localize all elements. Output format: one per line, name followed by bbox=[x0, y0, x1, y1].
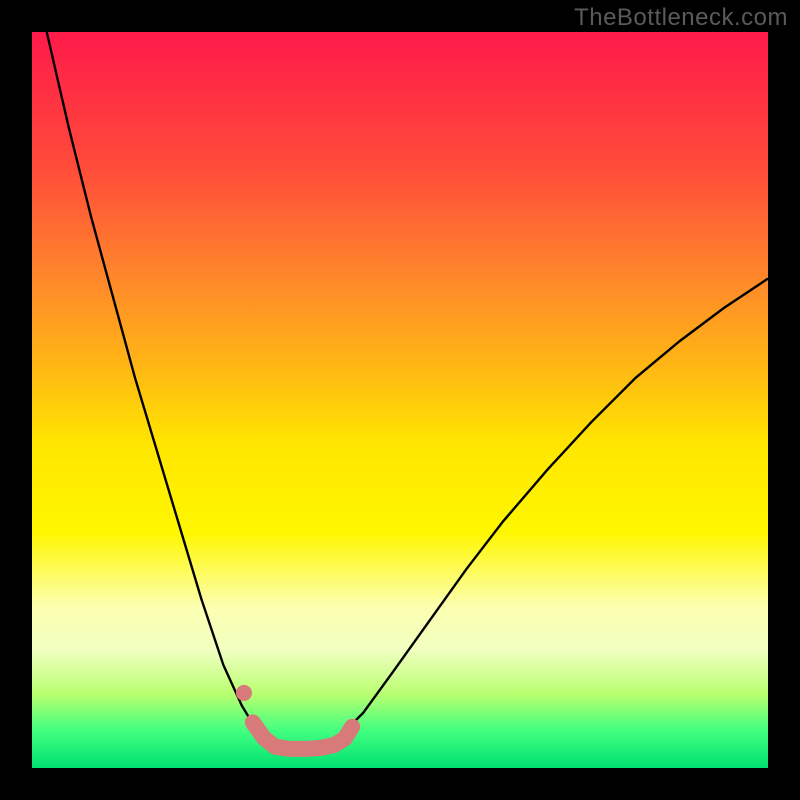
chart-frame: TheBottleneck.com bbox=[0, 0, 800, 800]
right-curve-line bbox=[326, 279, 768, 745]
plot-area bbox=[32, 32, 768, 768]
left-dot-marker bbox=[236, 685, 252, 701]
watermark-text: TheBottleneck.com bbox=[574, 4, 788, 32]
chart-svg bbox=[32, 32, 768, 768]
curve-group bbox=[47, 32, 768, 749]
left-curve-line bbox=[47, 32, 283, 746]
trough-marker-line bbox=[253, 722, 352, 748]
